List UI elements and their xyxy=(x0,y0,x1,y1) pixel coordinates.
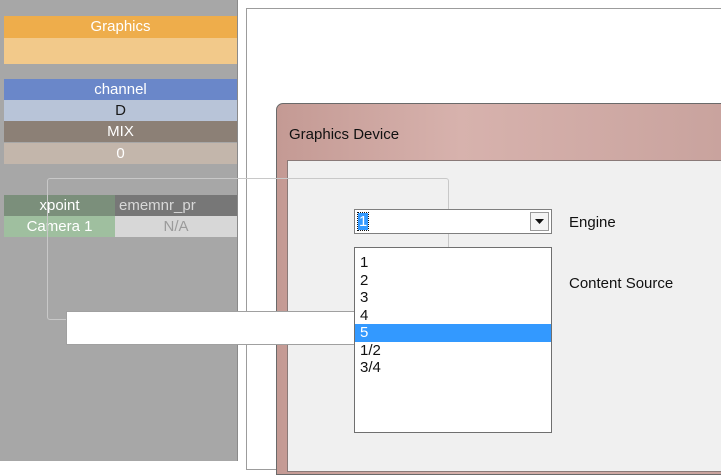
channel-header[interactable]: channel xyxy=(4,79,237,100)
channel-value[interactable]: D xyxy=(4,100,237,121)
dropdown-option-5[interactable]: 5 xyxy=(355,324,551,342)
dropdown-option-1-2[interactable]: 1/2 xyxy=(355,342,551,360)
dropdown-option-3-4[interactable]: 3/4 xyxy=(355,359,551,377)
dialog-title: Graphics Device xyxy=(289,126,400,143)
mix-value[interactable]: 0 xyxy=(4,143,237,164)
engine-label: Engine xyxy=(569,214,616,231)
content-source-label: Content Source xyxy=(569,275,674,292)
dropdown-option-3[interactable]: 3 xyxy=(355,289,551,307)
mix-header[interactable]: MIX xyxy=(4,121,237,142)
chevron-down-icon xyxy=(535,219,544,224)
dropdown-option-2[interactable]: 2 xyxy=(355,272,551,290)
dropdown-option-4[interactable]: 4 xyxy=(355,307,551,325)
engine-combobox-value: 1 xyxy=(356,212,370,231)
engine-dropdown-list: 1 2 3 4 5 1/2 3/4 xyxy=(354,247,552,433)
combobox-dropdown-button[interactable] xyxy=(530,212,549,231)
engine-combobox[interactable]: 1 xyxy=(354,209,552,234)
graphics-blank-row xyxy=(4,38,237,64)
graphics-header[interactable]: Graphics xyxy=(4,16,237,38)
dropdown-option-1[interactable]: 1 xyxy=(355,254,551,272)
